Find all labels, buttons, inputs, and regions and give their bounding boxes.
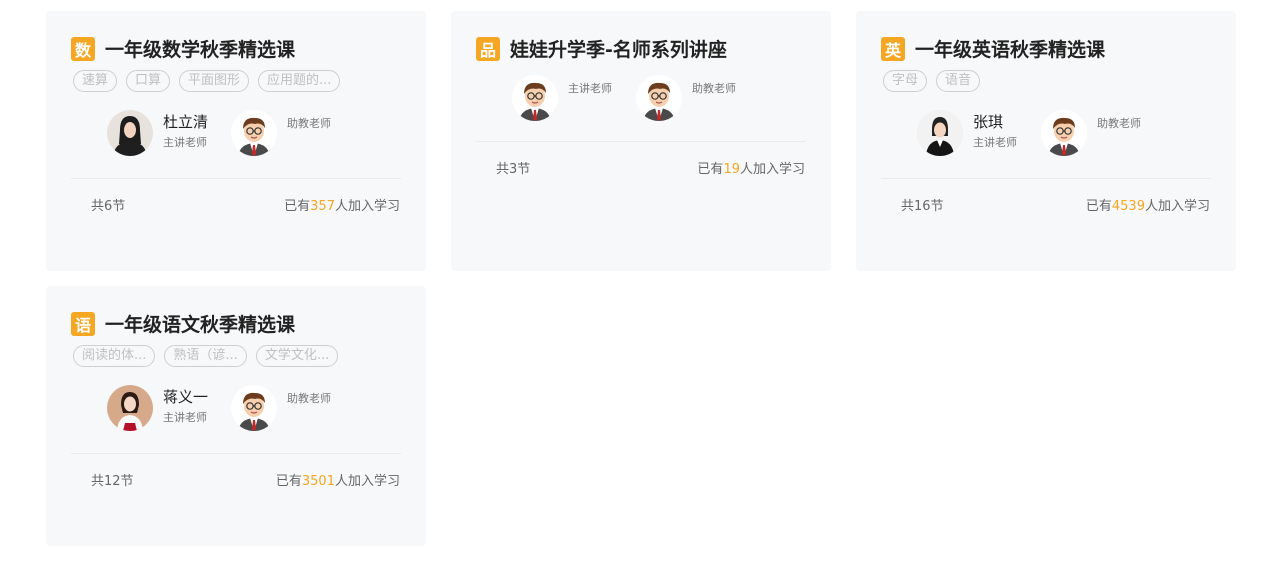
teacher-role: 主讲老师 [163, 136, 207, 149]
course-card-english[interactable]: 英 一年级英语秋季精选课 字母 语音 张琪 主讲老师 助教老师 共16节 已有4… [856, 11, 1236, 271]
course-tag: 字母 [883, 70, 928, 92]
teacher-info: 杜立清 主讲老师 [163, 110, 208, 151]
cartoon-teacher-avatar-icon [231, 110, 277, 156]
tag-list: 字母 语音 [883, 70, 989, 92]
course-title[interactable]: 一年级数学秋季精选课 [105, 35, 295, 62]
tag-list: 阅读的体... 熟语（谚... 文学文化... [73, 345, 347, 367]
subject-badge: 数 [71, 36, 95, 61]
teacher-name: 蒋义一 [163, 388, 209, 406]
card-footer: 共16节 已有4539人加入学习 [901, 195, 1210, 214]
course-title[interactable]: 一年级英语秋季精选课 [915, 35, 1105, 62]
divider [881, 178, 1211, 179]
card-title-row: 数 一年级数学秋季精选课 [71, 35, 295, 62]
teacher-role: 助教老师 [1097, 117, 1141, 130]
teacher-info: 助教老师 [692, 75, 736, 97]
teacher-role: 助教老师 [287, 117, 331, 130]
teacher-list: 张琪 主讲老师 助教老师 [917, 110, 1165, 156]
course-grid: 数 一年级数学秋季精选课 速算 口算 平面图形 应用题的... 杜立清 主讲老师… [0, 0, 1282, 564]
cartoon-teacher-avatar-icon [1041, 110, 1087, 156]
course-tag: 语音 [936, 70, 981, 92]
teacher-list: 蒋义一 主讲老师 助教老师 [107, 385, 355, 431]
assistant-teacher: 助教老师 [636, 75, 760, 121]
course-card-math[interactable]: 数 一年级数学秋季精选课 速算 口算 平面图形 应用题的... 杜立清 主讲老师… [46, 11, 426, 271]
lesson-count: 共16节 [901, 199, 944, 214]
cartoon-teacher-avatar-icon [636, 75, 682, 121]
teacher-list: 主讲老师 助教老师 [512, 75, 760, 121]
course-tag: 口算 [126, 70, 171, 92]
teacher-info: 蒋义一 主讲老师 [163, 385, 208, 426]
assistant-teacher: 助教老师 [231, 110, 355, 156]
teacher-info: 助教老师 [287, 385, 331, 407]
teacher-info: 张琪 主讲老师 [973, 110, 1017, 151]
teacher-role: 助教老师 [287, 392, 331, 405]
main-teacher: 主讲老师 [512, 75, 636, 121]
join-count: 已有4539人加入学习 [1085, 199, 1210, 214]
course-card-chinese[interactable]: 语 一年级语文秋季精选课 阅读的体... 熟语（谚... 文学文化... 蒋义一… [46, 286, 426, 546]
assistant-teacher: 助教老师 [1041, 110, 1165, 156]
teacher-info: 助教老师 [287, 110, 331, 132]
teacher-role: 助教老师 [692, 82, 736, 95]
card-footer: 共3节 已有19人加入学习 [496, 158, 805, 177]
main-teacher: 张琪 主讲老师 [917, 110, 1041, 156]
course-tag: 应用题的... [258, 70, 341, 92]
main-teacher: 蒋义一 主讲老师 [107, 385, 231, 431]
lesson-count: 共6节 [91, 199, 126, 214]
join-count: 已有357人加入学习 [284, 199, 400, 214]
card-title-row: 语 一年级语文秋季精选课 [71, 310, 295, 337]
subject-badge: 英 [881, 36, 905, 61]
card-footer: 共12节 已有3501人加入学习 [91, 470, 400, 489]
teacher-photo-avatar [107, 385, 153, 431]
divider [476, 141, 806, 142]
tag-list: 速算 口算 平面图形 应用题的... [73, 70, 349, 92]
teacher-photo-avatar [107, 110, 153, 156]
card-title-row: 品 娃娃升学季-名师系列讲座 [476, 35, 727, 62]
teacher-info: 主讲老师 [568, 75, 612, 97]
teacher-role: 主讲老师 [568, 82, 612, 95]
teacher-name: 杜立清 [163, 113, 209, 131]
join-count: 已有19人加入学习 [697, 162, 805, 177]
course-card-lecture[interactable]: 品 娃娃升学季-名师系列讲座 主讲老师 助教老师 共3节 已有19人加入学习 [451, 11, 831, 271]
course-tag: 文学文化... [255, 345, 339, 367]
course-tag: 熟语（谚... [164, 345, 247, 367]
course-tag: 速算 [73, 70, 118, 92]
lesson-count: 共12节 [91, 474, 134, 489]
teacher-list: 杜立清 主讲老师 助教老师 [107, 110, 355, 156]
cartoon-teacher-avatar-icon [231, 385, 277, 431]
teacher-photo-avatar [917, 110, 963, 156]
join-count: 已有3501人加入学习 [275, 474, 400, 489]
assistant-teacher: 助教老师 [231, 385, 355, 431]
teacher-info: 助教老师 [1097, 110, 1141, 132]
course-title[interactable]: 娃娃升学季-名师系列讲座 [510, 35, 727, 62]
course-tag: 平面图形 [179, 70, 250, 92]
lesson-count: 共3节 [496, 162, 531, 177]
divider [71, 453, 401, 454]
teacher-name: 张琪 [973, 113, 1004, 131]
course-title[interactable]: 一年级语文秋季精选课 [105, 310, 295, 337]
cartoon-teacher-avatar-icon [512, 75, 558, 121]
course-tag: 阅读的体... [73, 345, 156, 367]
subject-badge: 品 [476, 36, 500, 61]
divider [71, 178, 401, 179]
teacher-role: 主讲老师 [163, 411, 207, 424]
teacher-role: 主讲老师 [973, 136, 1017, 149]
card-title-row: 英 一年级英语秋季精选课 [881, 35, 1105, 62]
subject-badge: 语 [71, 311, 95, 336]
card-footer: 共6节 已有357人加入学习 [91, 195, 400, 214]
main-teacher: 杜立清 主讲老师 [107, 110, 231, 156]
